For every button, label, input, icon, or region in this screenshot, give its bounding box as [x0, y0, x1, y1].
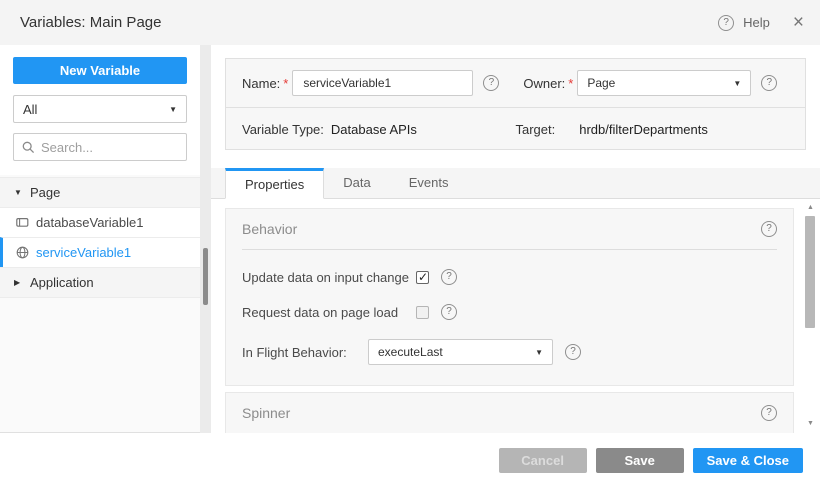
tab-data[interactable]: Data [324, 167, 389, 198]
required-asterisk: * [283, 76, 288, 91]
dialog-header: Variables: Main Page ? Help × [0, 0, 820, 45]
scroll-down-icon[interactable]: ▼ [804, 419, 817, 429]
tree-item-label: databaseVariable1 [36, 215, 143, 230]
tree-item-label: serviceVariable1 [36, 245, 131, 260]
chevron-down-icon: ▼ [169, 105, 177, 114]
variables-sidebar: New Variable All ▼ ▼ Page [0, 45, 200, 433]
target-label: Target: [516, 122, 556, 137]
variable-type-label: Variable Type: [242, 122, 324, 137]
editor-tabs: Properties Data Events [211, 168, 820, 199]
tree-divider [0, 297, 200, 298]
update-on-input-help-icon[interactable]: ? [441, 269, 457, 285]
spinner-section-header: Spinner ? [226, 393, 793, 433]
required-asterisk: * [568, 76, 573, 91]
tree-group-page[interactable]: ▼ Page [0, 177, 200, 207]
dialog-footer: Cancel Save Save & Close [0, 433, 820, 487]
sidebar-scrollbar-thumb[interactable] [203, 248, 208, 305]
variable-editor: Name: * ? Owner: * Page ▼ ? Variable Typ… [211, 45, 820, 433]
variables-tree: ▼ Page databaseVariable1 [0, 177, 200, 298]
request-on-load-row: Request data on page load ? [226, 304, 793, 320]
spinner-section-title: Spinner [242, 405, 290, 421]
in-flight-label: In Flight Behavior: [242, 345, 368, 360]
tree-group-application[interactable]: ▶ Application [0, 267, 200, 297]
type-target-row: Variable Type: Database APIs Target: hrd… [226, 108, 805, 150]
tab-events[interactable]: Events [390, 167, 468, 198]
tab-properties[interactable]: Properties [225, 168, 324, 199]
request-on-load-label: Request data on page load [242, 305, 416, 320]
name-label: Name: [242, 76, 280, 91]
tree-group-label: Application [30, 275, 94, 290]
in-flight-value: executeLast [378, 345, 443, 359]
request-on-load-checkbox[interactable] [416, 306, 429, 319]
name-owner-row: Name: * ? Owner: * Page ▼ ? [226, 59, 805, 108]
search-input[interactable] [41, 140, 178, 155]
target-value: hrdb/filterDepartments [579, 122, 708, 137]
triangle-expanded-icon: ▼ [14, 188, 30, 197]
tree-item-databasevariable1[interactable]: databaseVariable1 [0, 207, 200, 237]
spinner-help-icon[interactable]: ? [761, 405, 777, 421]
sidebar-controls: New Variable All ▼ [0, 45, 200, 175]
request-on-load-help-icon[interactable]: ? [441, 304, 457, 320]
save-button[interactable]: Save [596, 448, 684, 473]
variable-summary-box: Name: * ? Owner: * Page ▼ ? Variable Typ… [225, 58, 806, 150]
variables-dialog: Variables: Main Page ? Help × New Variab… [0, 0, 820, 487]
properties-panel: Behavior ? Update data on input change ?… [211, 199, 820, 433]
chevron-down-icon: ▼ [733, 79, 741, 88]
help-link[interactable]: Help [743, 15, 770, 30]
variable-type-value: Database APIs [331, 122, 417, 137]
search-box[interactable] [13, 133, 187, 161]
new-variable-button[interactable]: New Variable [13, 57, 187, 84]
close-icon[interactable]: × [793, 15, 804, 31]
name-input[interactable] [292, 70, 473, 96]
owner-help-icon[interactable]: ? [761, 75, 777, 91]
update-on-input-checkbox[interactable] [416, 271, 429, 284]
behavior-section-header: Behavior ? [226, 209, 793, 249]
service-globe-icon [16, 246, 36, 259]
behavior-help-icon[interactable]: ? [761, 221, 777, 237]
update-on-input-row: Update data on input change ? [226, 269, 793, 285]
tree-group-label: Page [30, 185, 60, 200]
help-icon[interactable]: ? [718, 15, 734, 31]
in-flight-select[interactable]: executeLast ▼ [368, 339, 553, 365]
in-flight-help-icon[interactable]: ? [565, 344, 581, 360]
owner-value: Page [587, 76, 615, 90]
search-icon [22, 141, 35, 154]
name-help-icon[interactable]: ? [483, 75, 499, 91]
owner-label: Owner: [523, 76, 565, 91]
chevron-down-icon: ▼ [535, 348, 543, 357]
panel-scrollbar[interactable]: ▲ ▼ [804, 201, 817, 429]
in-flight-row: In Flight Behavior: executeLast ▼ ? [226, 339, 793, 385]
scroll-up-icon[interactable]: ▲ [804, 203, 817, 213]
panel-scrollbar-thumb[interactable] [805, 216, 815, 328]
owner-select[interactable]: Page ▼ [577, 70, 751, 96]
tree-item-servicevariable1[interactable]: serviceVariable1 [0, 237, 200, 267]
spinner-section: Spinner ? [225, 392, 794, 433]
database-icon [16, 217, 36, 228]
behavior-section-title: Behavior [242, 221, 297, 237]
page-title: Variables: Main Page [20, 14, 161, 31]
update-on-input-label: Update data on input change [242, 270, 416, 285]
cancel-button[interactable]: Cancel [499, 448, 587, 473]
variable-filter-value: All [23, 102, 37, 117]
triangle-collapsed-icon: ▶ [14, 278, 30, 287]
variable-filter-select[interactable]: All ▼ [13, 95, 187, 123]
section-divider [242, 249, 777, 250]
sidebar-scrollbar[interactable] [200, 45, 211, 433]
save-and-close-button[interactable]: Save & Close [693, 448, 803, 473]
behavior-section: Behavior ? Update data on input change ?… [225, 208, 794, 386]
